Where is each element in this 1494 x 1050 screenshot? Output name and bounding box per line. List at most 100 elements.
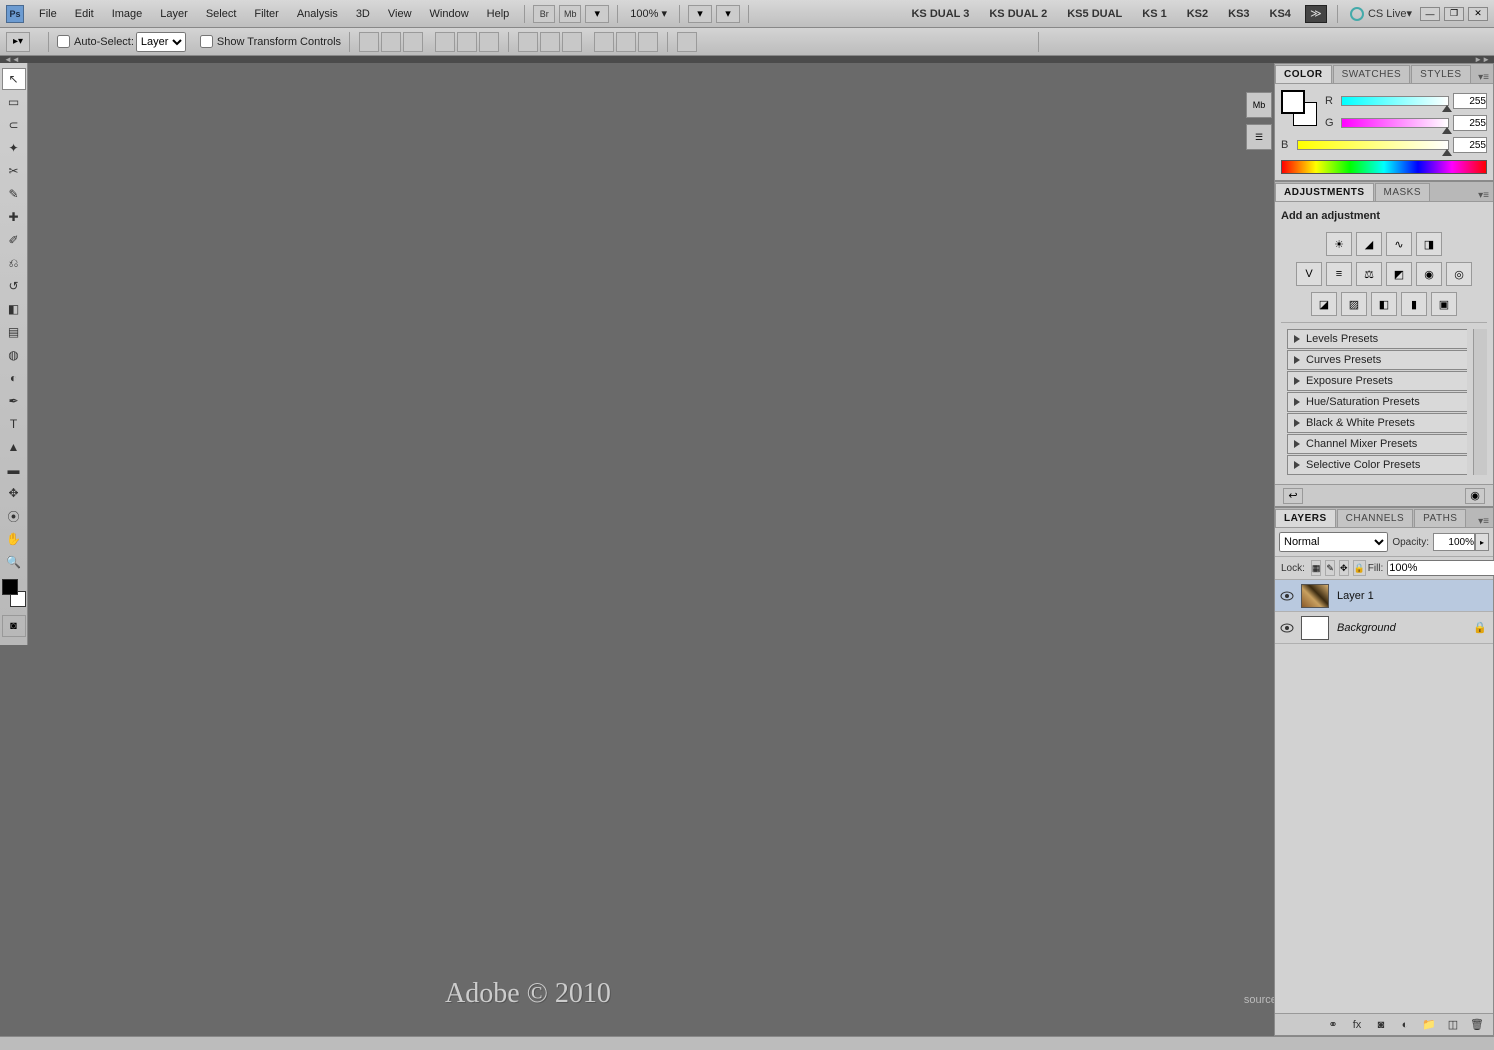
distribute-left-icon[interactable] (594, 32, 614, 52)
preset-curves[interactable]: Curves Presets (1287, 350, 1467, 370)
window-close-button[interactable]: ✕ (1468, 7, 1488, 21)
align-vcenter-icon[interactable] (381, 32, 401, 52)
threshold-icon[interactable]: ◧ (1371, 292, 1397, 316)
color-swatches[interactable] (2, 579, 26, 607)
layer-style-icon[interactable]: fx (1347, 1017, 1367, 1033)
dodge-tool-icon[interactable]: ◐ (2, 367, 26, 389)
opacity-input[interactable] (1433, 533, 1475, 551)
eraser-tool-icon[interactable]: ◧ (2, 298, 26, 320)
collapsed-panel-icon[interactable]: ☰ (1246, 124, 1272, 150)
workspace-ksdual3[interactable]: KS DUAL 3 (901, 8, 979, 20)
layer-row[interactable]: Background 🔒 (1275, 612, 1493, 644)
canvas-area[interactable] (28, 63, 1230, 1036)
adjustment-layer-icon[interactable]: ◐ (1395, 1017, 1415, 1033)
panel-menu-icon[interactable]: ▾≡ (1474, 72, 1493, 83)
menu-file[interactable]: File (30, 8, 66, 20)
tab-swatches[interactable]: SWATCHES (1333, 65, 1411, 83)
zoom-tool-icon[interactable]: 🔍 (2, 551, 26, 573)
tab-layers[interactable]: LAYERS (1275, 509, 1336, 527)
workspace-ks1[interactable]: KS 1 (1132, 8, 1176, 20)
workspace-ksdual2[interactable]: KS DUAL 2 (979, 8, 1057, 20)
distribute-top-icon[interactable] (518, 32, 538, 52)
workspace-ks5dual[interactable]: KS5 DUAL (1057, 8, 1132, 20)
brush-tool-icon[interactable]: ✐ (2, 229, 26, 251)
align-top-edges-icon[interactable] (359, 32, 379, 52)
selective-color-icon[interactable]: ▣ (1431, 292, 1457, 316)
tool-preset-picker[interactable]: ▸▾ (6, 32, 30, 52)
menu-window[interactable]: Window (421, 8, 478, 20)
tab-adjustments[interactable]: ADJUSTMENTS (1275, 183, 1374, 201)
tab-styles[interactable]: STYLES (1411, 65, 1470, 83)
gradient-tool-icon[interactable]: ▤ (2, 321, 26, 343)
menu-select[interactable]: Select (197, 8, 246, 20)
panel-collapse-strip[interactable]: ◄◄►► (0, 56, 1494, 63)
move-tool-icon[interactable]: ↖ (2, 68, 26, 90)
layer-row[interactable]: Layer 1 (1275, 580, 1493, 612)
black-white-icon[interactable]: ◩ (1386, 262, 1412, 286)
collapsed-panel-icon[interactable]: Mb (1246, 92, 1272, 118)
color-picker-swatch[interactable] (1281, 90, 1317, 126)
brightness-contrast-icon[interactable]: ☀ (1326, 232, 1352, 256)
visibility-icon[interactable] (1279, 588, 1295, 604)
quick-selection-tool-icon[interactable]: ✦ (2, 137, 26, 159)
layer-mask-icon[interactable]: ◙ (1371, 1017, 1391, 1033)
tab-paths[interactable]: PATHS (1414, 509, 1466, 527)
distribute-vcenter-icon[interactable] (540, 32, 560, 52)
menu-3d[interactable]: 3D (347, 8, 379, 20)
align-right-edges-icon[interactable] (479, 32, 499, 52)
lasso-tool-icon[interactable]: ⊂ (2, 114, 26, 136)
layer-thumbnail[interactable] (1301, 616, 1329, 640)
cs-live-button[interactable]: CS Live▾ (1344, 7, 1418, 21)
zoom-level[interactable]: 100% ▾ (630, 7, 667, 20)
preset-selcolor[interactable]: Selective Color Presets (1287, 455, 1467, 475)
screen-mode-dropdown[interactable]: ▾ (716, 5, 740, 23)
type-tool-icon[interactable]: T (2, 413, 26, 435)
path-selection-tool-icon[interactable]: ▲ (2, 436, 26, 458)
return-to-adjustments-icon[interactable]: ↩ (1283, 488, 1303, 504)
delete-layer-icon[interactable]: 🗑 (1467, 1017, 1487, 1033)
menu-filter[interactable]: Filter (245, 8, 287, 20)
invert-icon[interactable]: ◪ (1311, 292, 1337, 316)
workspace-overflow-button[interactable]: ≫ (1305, 5, 1327, 23)
new-layer-icon[interactable]: ◫ (1443, 1017, 1463, 1033)
pen-tool-icon[interactable]: ✒ (2, 390, 26, 412)
minibridge-button[interactable]: Mb (559, 5, 581, 23)
tab-color[interactable]: COLOR (1275, 65, 1332, 83)
lock-transparency-icon[interactable]: ▦ (1311, 560, 1322, 576)
gradient-map-icon[interactable]: ▮ (1401, 292, 1427, 316)
healing-brush-tool-icon[interactable]: ✚ (2, 206, 26, 228)
spectrum-bar[interactable] (1281, 160, 1487, 174)
r-input[interactable] (1453, 93, 1487, 109)
curves-icon[interactable]: ∿ (1386, 232, 1412, 256)
menu-layer[interactable]: Layer (151, 8, 197, 20)
marquee-tool-icon[interactable]: ▭ (2, 91, 26, 113)
foreground-color-swatch[interactable] (2, 579, 18, 595)
color-balance-icon[interactable]: ⚖ (1356, 262, 1382, 286)
channel-mixer-icon[interactable]: ◎ (1446, 262, 1472, 286)
fill-input[interactable] (1387, 560, 1494, 576)
3d-tool-icon[interactable]: ✥ (2, 482, 26, 504)
clone-stamp-tool-icon[interactable]: ⎌ (2, 252, 26, 274)
distribute-hcenter-icon[interactable] (616, 32, 636, 52)
foreground-swatch[interactable] (1281, 90, 1305, 114)
bridge-button[interactable]: Br (533, 5, 555, 23)
history-brush-tool-icon[interactable]: ↺ (2, 275, 26, 297)
layer-name[interactable]: Background (1337, 622, 1396, 634)
shape-tool-icon[interactable]: ▬ (2, 459, 26, 481)
b-input[interactable] (1453, 137, 1487, 153)
g-input[interactable] (1453, 115, 1487, 131)
workspace-ks3[interactable]: KS3 (1218, 8, 1259, 20)
b-slider[interactable] (1297, 140, 1449, 150)
workspace-ks4[interactable]: KS4 (1260, 8, 1301, 20)
preset-exposure[interactable]: Exposure Presets (1287, 371, 1467, 391)
preset-levels[interactable]: Levels Presets (1287, 329, 1467, 349)
levels-icon[interactable]: ◢ (1356, 232, 1382, 256)
blend-mode-select[interactable]: Normal (1279, 532, 1388, 552)
crop-tool-icon[interactable]: ✂ (2, 160, 26, 182)
panel-menu-icon[interactable]: ▾≡ (1474, 516, 1493, 527)
menu-image[interactable]: Image (103, 8, 152, 20)
tab-masks[interactable]: MASKS (1375, 183, 1431, 201)
menu-view[interactable]: View (379, 8, 421, 20)
tab-channels[interactable]: CHANNELS (1337, 509, 1413, 527)
panel-menu-icon[interactable]: ▾≡ (1474, 190, 1493, 201)
